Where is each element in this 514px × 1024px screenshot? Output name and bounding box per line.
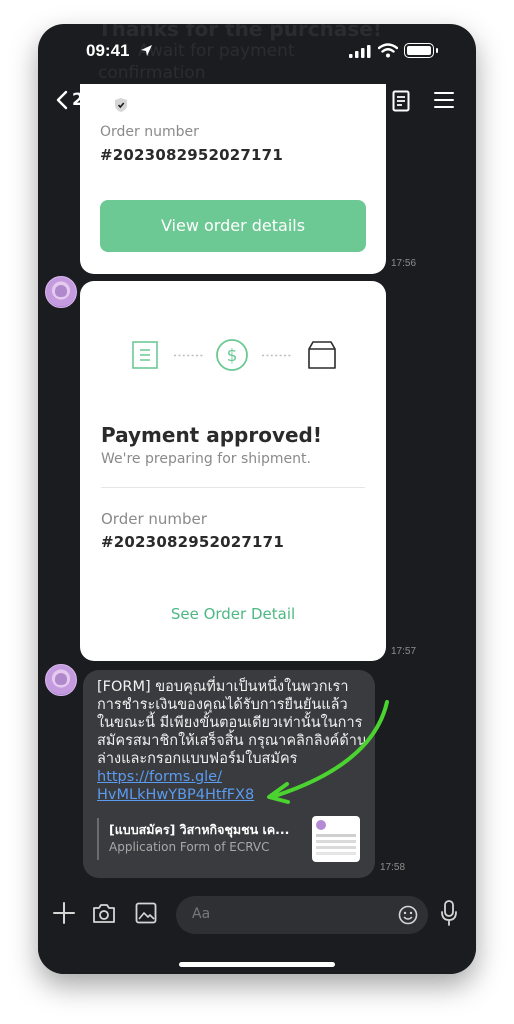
status-time: 09:41	[86, 41, 130, 60]
verified-shield-icon	[115, 97, 127, 112]
annotation-arrow	[267, 700, 389, 804]
preview-thumbnail	[312, 816, 360, 862]
camera-icon[interactable]	[92, 902, 116, 924]
battery-icon	[404, 43, 438, 58]
payment-title: Payment approved!	[101, 423, 322, 447]
emoji-icon[interactable]	[398, 905, 418, 925]
back-button[interactable]: 23	[56, 90, 96, 110]
progress-dots-2	[262, 354, 292, 357]
order-number-value: #2023082952027171	[100, 146, 283, 164]
chat-title-text: วิสาหกิจชุมชน ECRVC	[134, 94, 300, 113]
chat-title[interactable]: วิสาหกิจชุมชน ECRVC	[114, 92, 299, 117]
progress-dots	[174, 354, 204, 357]
notes-icon[interactable]	[392, 90, 410, 112]
preview-bar	[97, 818, 99, 860]
home-indicator[interactable]	[179, 962, 335, 967]
wifi-icon	[378, 43, 398, 58]
search-icon[interactable]	[346, 90, 368, 112]
order-number-label: Order number	[100, 124, 199, 140]
avatar[interactable]	[45, 276, 77, 308]
chevron-left-icon	[56, 90, 68, 110]
form-link-line-1: https://forms.gle/	[97, 769, 222, 785]
form-link-line-2: HvMLkHwYBP4HtfFX8	[97, 787, 255, 803]
preview-subtitle: Application Form of ECRVC	[109, 840, 270, 854]
image-icon[interactable]	[135, 902, 157, 924]
message-time: 17:56	[391, 258, 417, 269]
box-icon	[308, 341, 336, 369]
preview-title: [แบบสมัคร] วิสาหกิจชุมชน เค...	[109, 822, 290, 837]
microphone-icon[interactable]	[440, 900, 458, 926]
menu-icon[interactable]	[434, 90, 454, 110]
phone-screen: Thanks for the purchase! Await for payme…	[38, 24, 476, 974]
cellular-signal-icon	[349, 45, 371, 58]
message-input[interactable]: Aa	[176, 896, 428, 934]
payment-subtitle: We're preparing for shipment.	[101, 451, 311, 467]
chat-header: 23 วิสาหกิจชุมชน ECRVC	[38, 80, 476, 126]
plus-icon[interactable]	[53, 902, 75, 924]
divider	[101, 487, 365, 488]
status-bar: 09:41	[38, 24, 476, 72]
unread-count: 23	[72, 90, 96, 110]
receipt-icon	[132, 341, 158, 369]
svg-text:$: $	[227, 346, 238, 366]
avatar[interactable]	[45, 664, 77, 696]
message-time: 17:57	[391, 646, 417, 657]
view-order-details-button[interactable]: View order details	[100, 200, 366, 252]
link-preview[interactable]: [แบบสมัคร] วิสาหกิจชุมชน เค... Applicati…	[97, 816, 361, 862]
input-placeholder: Aa	[192, 906, 211, 922]
message-input-bar: Aa	[38, 886, 476, 974]
see-order-detail-link[interactable]: See Order Detail	[80, 605, 386, 623]
dollar-coin-icon: $	[216, 339, 248, 371]
location-arrow-icon	[141, 45, 152, 56]
form-link[interactable]: https://forms.gle/HvMLkHwYBP4HtfFX8	[97, 769, 254, 803]
payment-approved-card: $ Payment approved! We're preparing for …	[80, 281, 386, 661]
order-number-label: Order number	[101, 510, 207, 528]
message-time: 17:58	[380, 862, 406, 873]
order-number-value: #2023082952027171	[101, 533, 284, 551]
